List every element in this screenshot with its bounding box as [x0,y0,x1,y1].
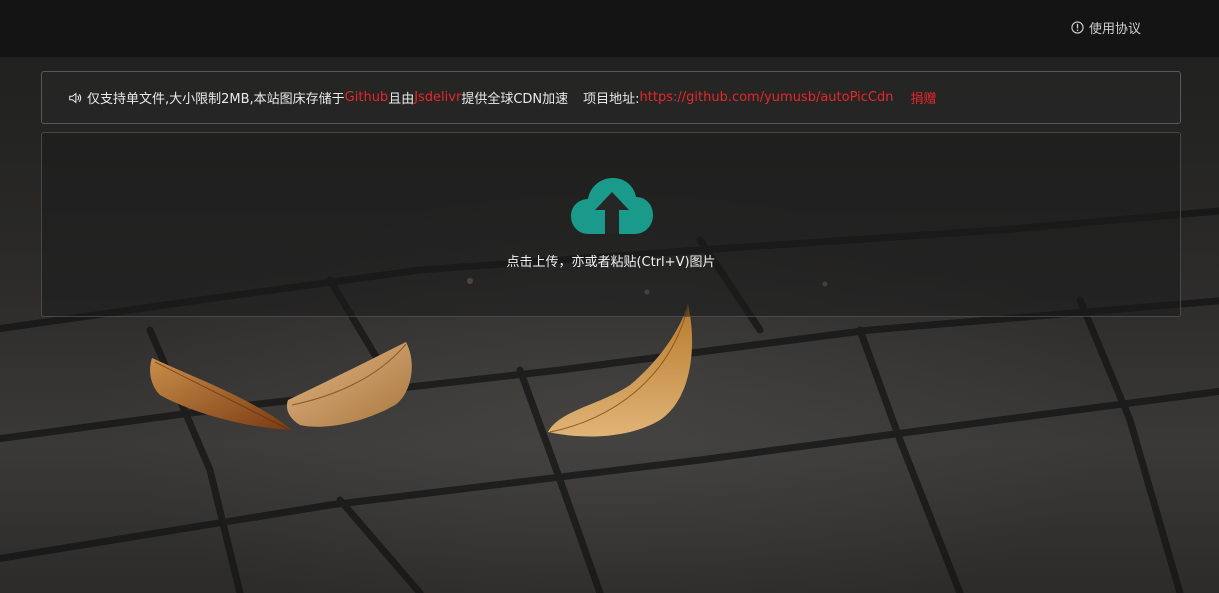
donate-link[interactable]: 捐赠 [910,88,936,107]
leaf-middle [286,342,412,427]
info-icon [1071,21,1084,34]
jsdelivr-link[interactable]: Jsdelivr [414,90,461,105]
notice-bar: 仅支持单文件,大小限制2MB,本站图床存储于 Github 且由 Jsdeliv… [41,71,1181,124]
leaf-left [150,358,292,431]
cloud-upload-icon [571,178,653,234]
terms-label: 使用协议 [1088,22,1141,37]
project-url-link[interactable]: https://github.com/yumusb/autoPicCdn [640,90,894,105]
upload-dropzone[interactable]: 点击上传，亦或者粘贴(Ctrl+V)图片 [41,132,1181,317]
notice-text-mid: 且由 [388,92,415,107]
notice-text-suffix: 提供全球CDN加速 [461,92,569,107]
speaker-icon [69,92,82,103]
top-bar: 使用协议 [0,0,1219,57]
project-label: 项目地址: [583,92,640,107]
notice-text-prefix: 仅支持单文件,大小限制2MB,本站图床存储于 [87,92,345,107]
github-link[interactable]: Github [345,90,389,105]
terms-link[interactable]: 使用协议 [1071,18,1141,37]
upload-hint: 点击上传，亦或者粘贴(Ctrl+V)图片 [506,255,716,270]
